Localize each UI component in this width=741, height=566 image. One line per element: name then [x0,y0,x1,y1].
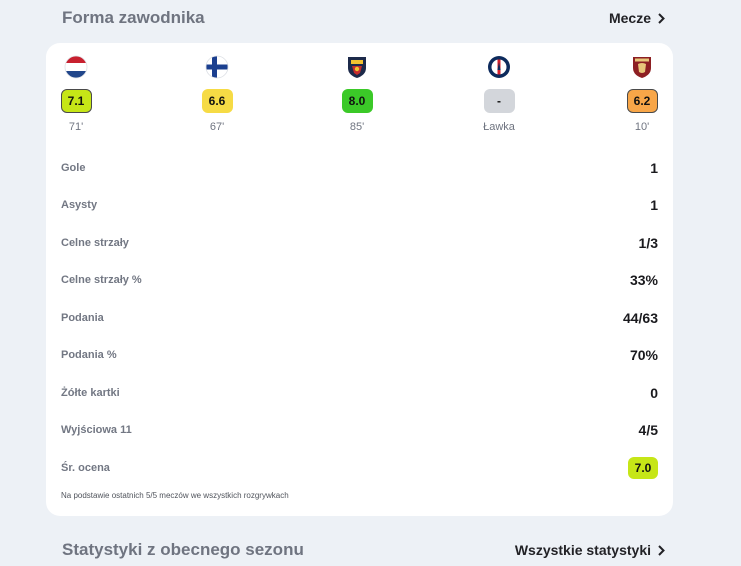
match-rating: - [483,89,515,113]
stat-label: Żółte kartki [61,386,120,399]
all-stats-link[interactable]: Wszystkie statystyki [515,542,665,558]
stat-value: 0 [650,384,658,401]
match-minutes: 10' [634,121,650,133]
stat-label: Wyjściowa 11 [61,424,132,437]
stat-row-assists: Asysty 1 [61,187,658,225]
stat-value: 4/5 [638,422,658,439]
match-item[interactable]: 6.2 10' [612,55,672,133]
average-rating-badge: 7.0 [628,456,658,479]
stat-value: 44/63 [622,309,658,326]
stat-value: 1 [650,159,658,176]
match-rating: 8.0 [341,89,373,113]
stat-value: 70% [629,347,658,364]
stat-label: Asysty [61,199,98,212]
stat-value: 33% [629,272,658,289]
stat-label: Celne strzały [61,236,129,249]
match-minutes: Ławka [483,121,515,133]
match-item[interactable]: 6.6 67' [187,55,247,133]
match-rating: 6.6 [201,89,233,113]
torino-crest-icon [633,57,651,78]
match-minutes: 67' [209,121,225,133]
player-form-header: Forma zawodnika Mecze [62,6,665,30]
stat-row-shots-on-target: Celne strzały 1/3 [61,224,658,262]
match-item[interactable]: 8.0 85' [327,55,387,133]
season-stats-header: Statystyki z obecnego sezonu Wszystkie s… [62,538,665,562]
stats-list: Gole 1 Asysty 1 Celne strzały 1/3 Celne … [61,149,658,487]
stat-label: Podania % [61,349,117,362]
matches-link-label: Mecze [608,10,651,26]
stat-row-goals: Gole 1 [61,149,658,187]
stat-label: Gole [61,161,86,174]
stat-value: 1 [650,197,658,214]
stat-row-passes-pct: Podania % 70% [61,337,658,375]
section-title: Statystyki z obecnego sezonu [62,540,304,559]
stats-footnote: Na podstawie ostatnich 5/5 meczów we wsz… [61,491,289,500]
stat-label: Śr. ocena [61,461,110,474]
match-rating: 7.1 [60,89,92,113]
section-title: Forma zawodnika [62,8,205,27]
netherlands-flag-icon [64,55,88,79]
stat-row-average-rating: Śr. ocena 7.0 [61,449,658,487]
finland-flag-icon [205,55,229,79]
lecce-crest-icon [348,57,366,78]
chevron-right-icon [658,12,665,24]
stat-row-yellow-cards: Żółte kartki 0 [61,374,658,412]
stat-row-starting-eleven: Wyjściowa 11 4/5 [61,412,658,450]
stat-label: Podania [61,311,104,324]
match-minutes: 85' [349,121,365,133]
stat-label: Celne strzały % [61,274,142,287]
match-item[interactable]: 7.1 71' [46,55,106,133]
psg-crest-icon [488,56,510,78]
player-form-card: 7.1 71' 6.6 67' 8.0 85' - Ławka 6.2 10' … [46,43,673,516]
match-minutes: 71' [68,121,84,133]
stat-row-shots-on-target-pct: Celne strzały % 33% [61,262,658,300]
recent-matches: 7.1 71' 6.6 67' 8.0 85' - Ławka 6.2 10' [46,55,673,145]
matches-link[interactable]: Mecze [609,10,665,26]
match-item[interactable]: - Ławka [469,55,529,133]
stat-value: 1/3 [638,234,658,251]
chevron-right-icon [658,544,665,556]
stat-row-passes: Podania 44/63 [61,299,658,337]
match-rating: 6.2 [626,89,658,113]
all-stats-link-label: Wszystkie statystyki [514,542,651,558]
